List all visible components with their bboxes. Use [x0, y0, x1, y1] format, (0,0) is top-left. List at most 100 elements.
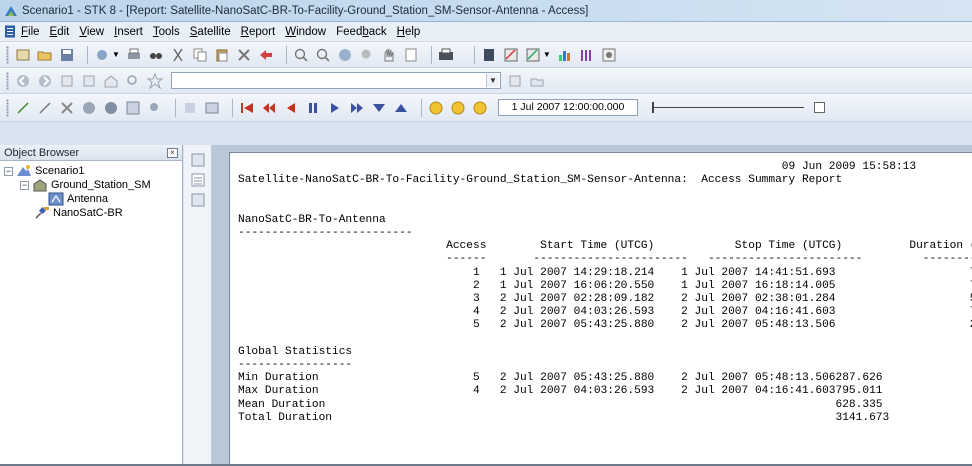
find-icon[interactable]	[148, 47, 164, 63]
dynamic-display-icon[interactable]	[601, 47, 617, 63]
copy-icon[interactable]	[192, 47, 208, 63]
paste-icon[interactable]	[214, 47, 230, 63]
chevron-down-icon[interactable]: ▼	[486, 74, 499, 87]
cut-icon[interactable]	[170, 47, 186, 63]
dropdown-arrow-icon[interactable]: ▼	[543, 50, 551, 59]
globe-icon[interactable]	[337, 47, 353, 63]
report-export-icon[interactable]	[191, 193, 205, 207]
stop-icon[interactable]	[59, 73, 75, 89]
realtime-icon[interactable]	[428, 100, 444, 116]
save-icon[interactable]	[59, 47, 75, 63]
statistics-row: Total Duration 3141.673	[238, 411, 890, 424]
time-slider[interactable]	[648, 99, 808, 116]
bar-chart-icon[interactable]	[579, 47, 595, 63]
report-column-headers: Access Start Time (UTCG) Stop Time (UTCG…	[446, 240, 972, 253]
menu-report[interactable]: Report	[241, 26, 276, 38]
search-icon[interactable]	[125, 73, 141, 89]
separator: ------ ----------------------- ---------…	[446, 253, 972, 266]
menu-file[interactable]: File	[21, 26, 40, 38]
tree-item-antenna[interactable]: Antenna	[48, 192, 108, 206]
nav-back-icon[interactable]	[15, 73, 31, 89]
menu-help[interactable]: Help	[397, 26, 421, 38]
report-table-icon[interactable]	[191, 173, 205, 187]
x-realtime-icon[interactable]	[472, 100, 488, 116]
menu-view[interactable]: View	[79, 26, 104, 38]
report-manager-icon[interactable]	[503, 47, 519, 63]
pan-icon[interactable]	[381, 47, 397, 63]
statistics-row: Min Duration 5 2 Jul 2007 05:43:25.880 2…	[238, 372, 883, 385]
target-icon[interactable]	[81, 100, 97, 116]
pan-mode-icon[interactable]	[182, 100, 198, 116]
address-combobox[interactable]: ▼	[171, 72, 501, 89]
facility-icon	[33, 179, 47, 192]
decrease-step-icon[interactable]	[371, 100, 387, 116]
realtime-checkbox[interactable]	[814, 102, 825, 113]
go-icon[interactable]	[507, 73, 523, 89]
collapse-icon[interactable]: −	[20, 180, 29, 190]
back-icon[interactable]	[258, 47, 274, 63]
draw-segment-icon[interactable]	[37, 100, 53, 116]
play-reverse-icon[interactable]	[283, 100, 299, 116]
clear-icon[interactable]	[59, 100, 75, 116]
chart-icon[interactable]	[557, 47, 573, 63]
navigation-toolbar: ▼	[0, 68, 972, 94]
printer-icon[interactable]	[438, 47, 454, 63]
view-icon[interactable]	[359, 47, 375, 63]
step-back-icon[interactable]	[261, 100, 277, 116]
zoom-in-icon[interactable]	[293, 47, 309, 63]
open-folder-icon[interactable]	[37, 47, 53, 63]
clock-icon[interactable]	[450, 100, 466, 116]
sensor-icon	[48, 192, 64, 206]
refresh-icon[interactable]	[81, 73, 97, 89]
dropdown-arrow-icon[interactable]: ▼	[112, 50, 120, 59]
close-icon[interactable]: ×	[167, 147, 178, 158]
menu-window[interactable]: Window	[285, 26, 326, 38]
reset-animation-icon[interactable]	[239, 100, 255, 116]
report-row: 5 2 Jul 2007 05:43:25.880 2 Jul 2007 05:…	[472, 319, 972, 332]
increase-step-icon[interactable]	[393, 100, 409, 116]
menu-edit[interactable]: Edit	[50, 26, 70, 38]
graph-icon[interactable]	[525, 47, 541, 63]
pause-icon[interactable]	[305, 100, 321, 116]
tree-item-scenario[interactable]: − Scenario1	[4, 164, 85, 178]
map-icon[interactable]	[125, 100, 141, 116]
tree-item-ground-station[interactable]: − Ground_Station_SM	[20, 178, 151, 192]
print-icon[interactable]	[126, 47, 142, 63]
report-text: 09 Jun 2009 15:58:13 Satellite-NanoSatC-…	[230, 153, 972, 425]
track-icon[interactable]	[103, 100, 119, 116]
access-report-window[interactable]: 09 Jun 2009 15:58:13 Satellite-NanoSatC-…	[229, 152, 972, 466]
window-icon[interactable]	[204, 100, 220, 116]
title-bar[interactable]: Scenario1 - STK 8 - [Report: Satellite-N…	[0, 0, 972, 22]
toolbar-grip[interactable]	[6, 98, 9, 117]
collapse-icon[interactable]: −	[4, 166, 13, 176]
report-style-icon[interactable]	[191, 153, 205, 167]
separator: --------------------------	[238, 227, 413, 240]
insert-object-icon[interactable]	[94, 47, 110, 63]
play-icon[interactable]	[327, 100, 343, 116]
menu-insert[interactable]: Insert	[114, 26, 143, 38]
toolbar-grip[interactable]	[6, 71, 9, 90]
menu-feedback[interactable]: Feedback	[336, 26, 387, 38]
menu-satellite[interactable]: Satellite	[190, 26, 231, 38]
report-icon[interactable]	[403, 47, 419, 63]
delete-icon[interactable]	[236, 47, 252, 63]
step-forward-icon[interactable]	[349, 100, 365, 116]
statistics-row: Mean Duration 628.335	[238, 398, 883, 411]
attach-icon[interactable]	[147, 100, 163, 116]
browse-icon[interactable]	[529, 73, 545, 89]
statistics-row: Max Duration 4 2 Jul 2007 04:03:26.593 2…	[238, 385, 883, 398]
toolbar-grip[interactable]	[6, 45, 9, 64]
new-scenario-icon[interactable]	[15, 47, 31, 63]
slider-thumb[interactable]	[652, 102, 654, 113]
menu-tools[interactable]: Tools	[153, 26, 180, 38]
animation-time-field[interactable]: 1 Jul 2007 12:00:00.000	[498, 99, 638, 116]
zoom-out-icon[interactable]	[315, 47, 331, 63]
document-icon[interactable]	[4, 25, 16, 38]
home-icon[interactable]	[103, 73, 119, 89]
nav-forward-icon[interactable]	[37, 73, 53, 89]
tree-item-satellite[interactable]: NanoSatC-BR	[34, 206, 123, 220]
report-row: 3 2 Jul 2007 02:28:09.182 2 Jul 2007 02:…	[472, 293, 972, 306]
favorites-icon[interactable]	[147, 72, 163, 89]
properties-icon[interactable]	[481, 47, 497, 63]
draw-line-icon[interactable]	[15, 100, 31, 116]
